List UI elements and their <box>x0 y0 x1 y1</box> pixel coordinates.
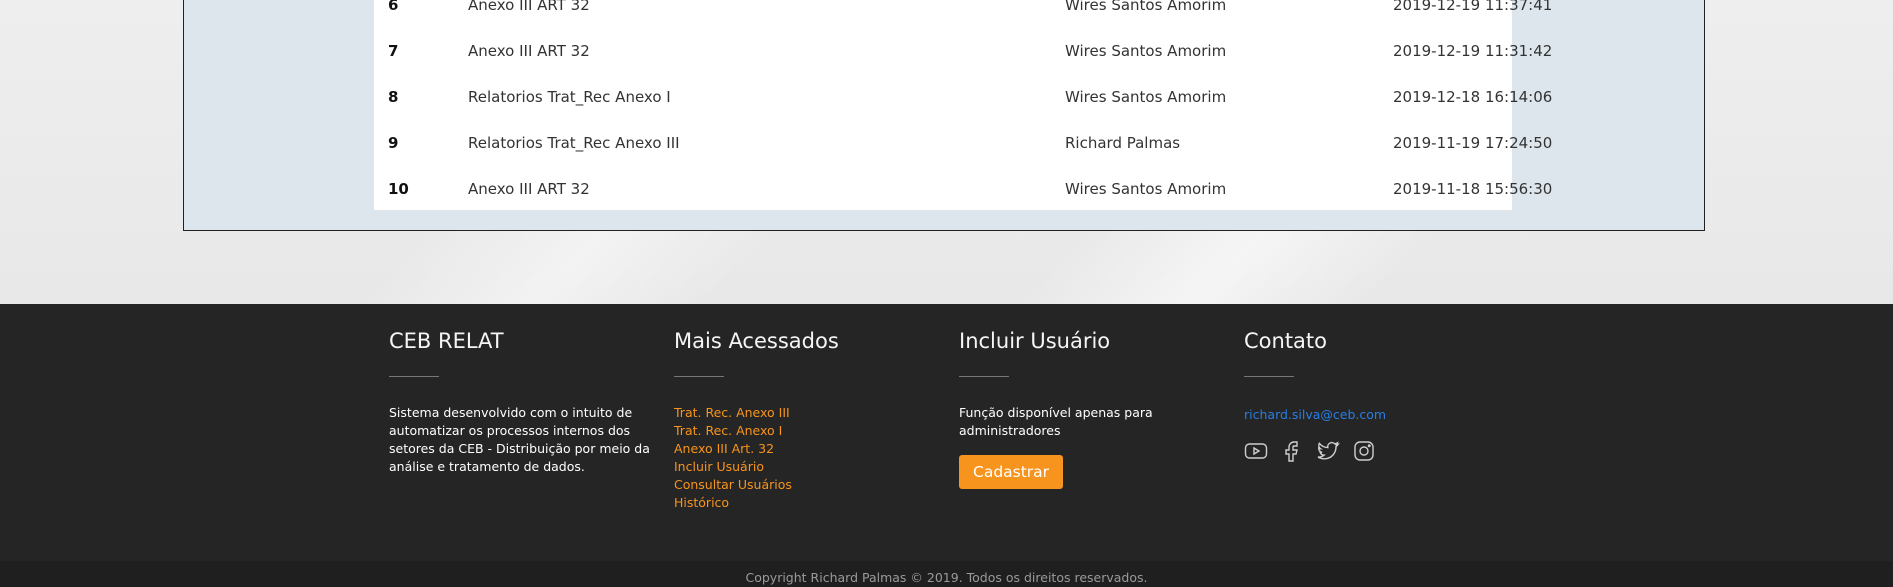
social-links <box>1244 439 1504 463</box>
table-row: 7 Anexo III ART 32 Wires Santos Amorim 2… <box>374 28 1552 74</box>
title-divider <box>959 376 1009 377</box>
quick-links: Trat. Rec. Anexo III Trat. Rec. Anexo I … <box>674 404 934 512</box>
footer-about-title: CEB RELAT <box>389 329 504 353</box>
table-row: 9 Relatorios Trat_Rec Anexo III Richard … <box>374 120 1552 166</box>
site-footer: CEB RELAT Sistema desenvolvido com o int… <box>0 304 1893 587</box>
youtube-icon[interactable] <box>1244 439 1268 463</box>
register-button[interactable]: Cadastrar <box>959 455 1064 489</box>
link-consultar-usuarios[interactable]: Consultar Usuários <box>674 476 934 494</box>
user-name: Wires Santos Amorim <box>1065 42 1227 60</box>
row-number: 9 <box>388 134 399 152</box>
title-divider <box>1244 376 1294 377</box>
title-divider <box>674 376 724 377</box>
date-time: 2019-12-19 11:31:42 <box>1393 42 1553 60</box>
link-trat-rec-anexo-i[interactable]: Trat. Rec. Anexo I <box>674 422 934 440</box>
footer-contact-title: Contato <box>1244 329 1328 353</box>
link-incluir-usuario[interactable]: Incluir Usuário <box>674 458 934 476</box>
user-name: Richard Palmas <box>1065 134 1181 152</box>
date-time: 2019-12-18 16:14:06 <box>1393 88 1553 106</box>
date-time: 2019-11-18 15:56:30 <box>1393 180 1553 198</box>
link-anexo-iii-art-32[interactable]: Anexo III Art. 32 <box>674 440 934 458</box>
row-number: 7 <box>388 42 399 60</box>
footer-include-user-title: Incluir Usuário <box>959 329 1111 353</box>
link-historico[interactable]: Histórico <box>674 494 934 512</box>
report-name: Anexo III ART 32 <box>468 180 590 198</box>
footer-about-text: Sistema desenvolvido com o intuito de au… <box>389 405 650 474</box>
table-row: 8 Relatorios Trat_Rec Anexo I Wires Sant… <box>374 74 1552 120</box>
row-number: 8 <box>388 88 399 106</box>
user-name: Wires Santos Amorim <box>1065 88 1227 106</box>
user-name: Wires Santos Amorim <box>1065 180 1227 198</box>
title-divider <box>389 376 439 377</box>
table-row: 10 Anexo III ART 32 Wires Santos Amorim … <box>374 166 1552 212</box>
copyright-text: Copyright Richard Palmas © 2019. Todos o… <box>745 570 1148 585</box>
date-time: 2019-11-19 17:24:50 <box>1393 134 1553 152</box>
footer-about: CEB RELAT Sistema desenvolvido com o int… <box>389 326 650 476</box>
footer-include-user-text: Função disponível apenas para administra… <box>959 405 1153 438</box>
facebook-icon[interactable] <box>1280 439 1304 463</box>
history-panel: 6 Anexo III ART 32 Wires Santos Amorim 2… <box>183 0 1705 231</box>
report-name: Anexo III ART 32 <box>468 42 590 60</box>
contact-email-link[interactable]: richard.silva@ceb.com <box>1244 407 1386 422</box>
report-name: Anexo III ART 32 <box>468 0 590 14</box>
report-name: Relatorios Trat_Rec Anexo III <box>468 134 680 152</box>
footer-most-accessed-title: Mais Acessados <box>674 329 839 353</box>
footer-contact: Contato richard.silva@ceb.com <box>1244 326 1504 463</box>
row-number: 10 <box>388 180 409 198</box>
user-name: Wires Santos Amorim <box>1065 0 1227 14</box>
footer-most-accessed: Mais Acessados Trat. Rec. Anexo III Trat… <box>674 326 934 512</box>
history-table: 6 Anexo III ART 32 Wires Santos Amorim 2… <box>374 0 1552 212</box>
date-time: 2019-12-19 11:37:41 <box>1393 0 1553 14</box>
link-trat-rec-anexo-iii[interactable]: Trat. Rec. Anexo III <box>674 404 934 422</box>
copyright-bar: Copyright Richard Palmas © 2019. Todos o… <box>0 561 1893 587</box>
twitter-icon[interactable] <box>1316 439 1340 463</box>
instagram-icon[interactable] <box>1352 439 1376 463</box>
table-row: 6 Anexo III ART 32 Wires Santos Amorim 2… <box>374 0 1552 28</box>
report-name: Relatorios Trat_Rec Anexo I <box>468 88 671 106</box>
row-number: 6 <box>388 0 399 14</box>
footer-include-user: Incluir Usuário Função disponível apenas… <box>959 326 1219 489</box>
